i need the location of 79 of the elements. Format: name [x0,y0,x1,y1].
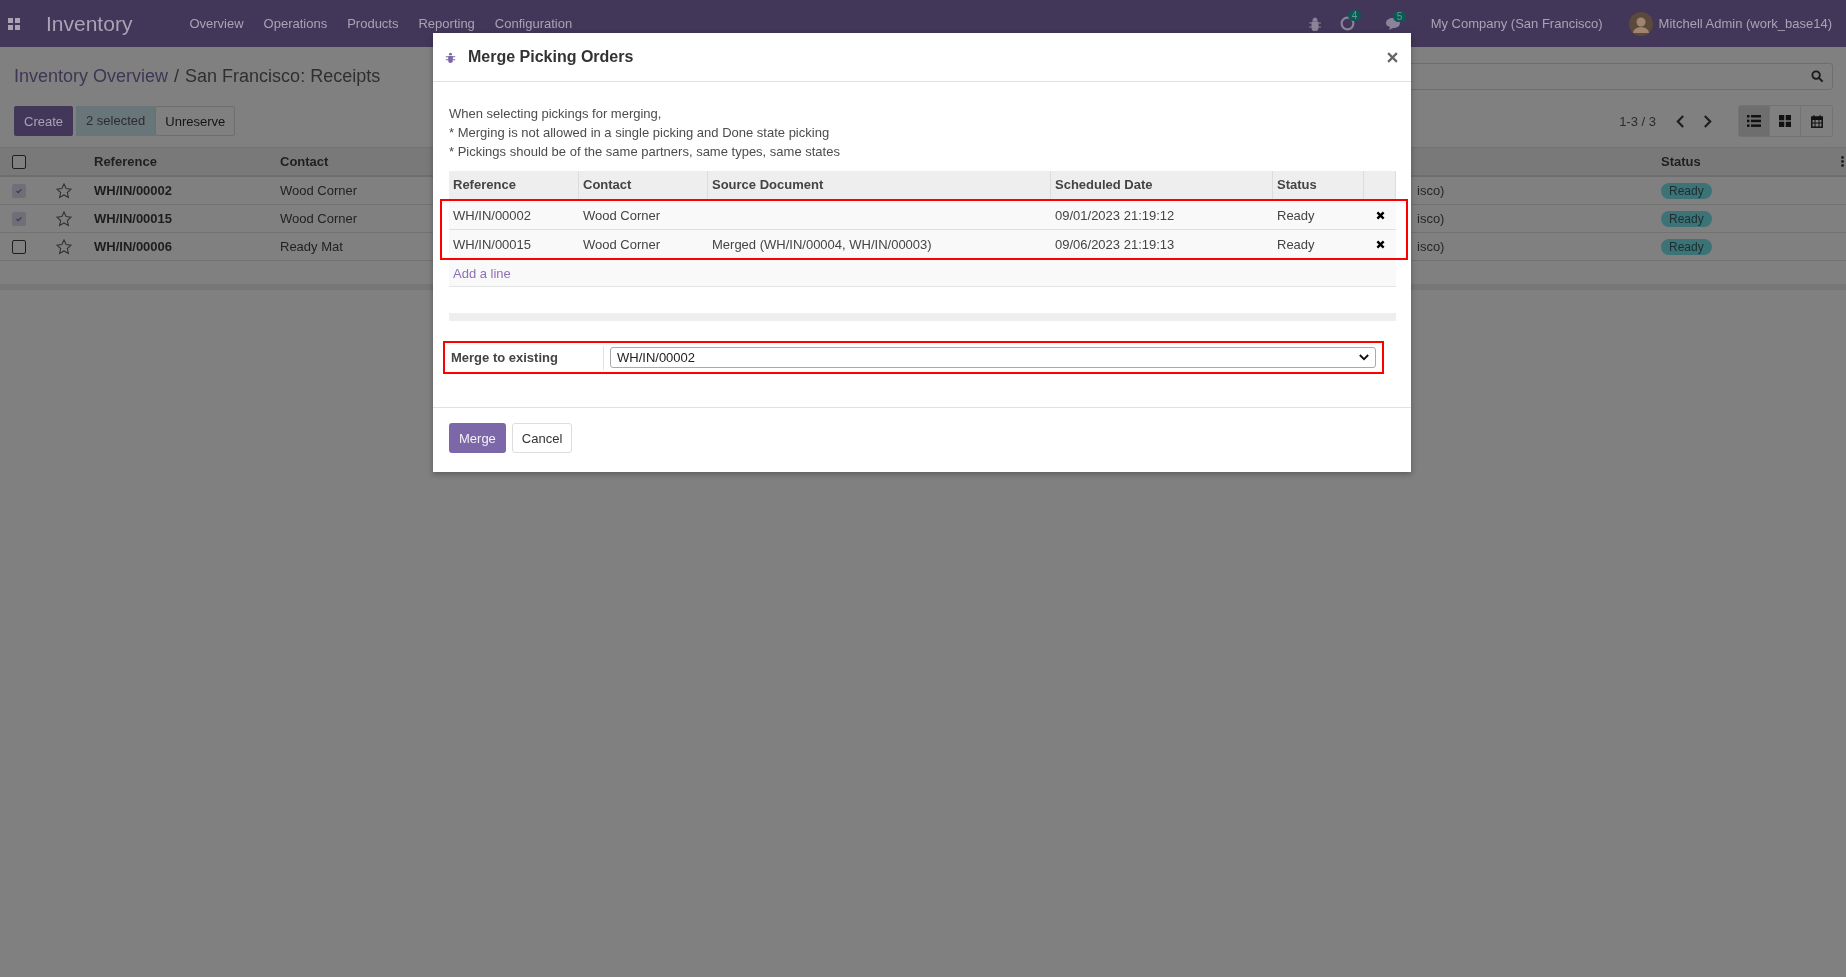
breadcrumb-link[interactable]: Inventory Overview [14,65,169,87]
table-cell-text: isco) [1416,183,1446,198]
previous-page-icon[interactable] [1676,114,1685,128]
star-icon[interactable] [56,238,72,255]
row-checkbox[interactable] [12,183,26,198]
menu-item[interactable]: Operations [263,16,328,31]
unreserve-button[interactable]: Unreserve [155,106,236,136]
close-icon[interactable] [1387,51,1398,63]
status-badge: Ready [1661,239,1712,255]
list-icon [1747,115,1761,127]
table-cell-text: isco) [1416,239,1446,254]
add-line-link[interactable]: Add a line [453,265,511,281]
list-view-button[interactable] [1739,106,1770,136]
column-header[interactable]: Reference [90,154,278,169]
table-cell-text: Wood Corner [582,207,662,223]
check-icon [15,186,23,195]
bug-icon [445,51,456,63]
instruction-text: * Pickings should be of the same partners, same types, same states [449,144,841,159]
breadcrumb-separator: / [174,65,180,87]
activity-count: 4 [1347,10,1362,21]
status-badge: Ready [1661,211,1712,227]
app-name[interactable]: Inventory [46,11,133,36]
search-icon[interactable] [1811,69,1824,83]
create-button[interactable]: Create [14,106,74,136]
column-header: Scheduled Date [1051,171,1273,199]
instruction-text: * Merging is not allowed in a single picking and Done state picking [449,125,831,140]
breadcrumb-item: San Francisco: Receipts [185,65,381,87]
row-checkbox[interactable] [12,211,26,226]
apps-menu-icon[interactable] [8,17,20,30]
row-checkbox[interactable] [12,239,26,254]
table-cell-text: Ready [1276,236,1316,252]
instruction-text: When selecting pickings for merging, [449,106,663,121]
caret-icon [1359,354,1369,361]
user-menu[interactable]: Mitchell Admin (work_base14) [1658,16,1832,31]
cancel-button[interactable]: Cancel [511,423,573,453]
table-cell-text: WH/IN/00002 [452,207,533,223]
table-cell-text: Wood Corner [582,236,662,252]
column-header: Contact [579,171,708,199]
table-cell-text: 09/06/2023 21:19:13 [1054,236,1176,252]
kebab-menu-icon[interactable] [1841,156,1844,167]
table-cell-text: WH/IN/00015 [93,211,174,226]
table-cell-text: WH/IN/00002 [93,183,174,198]
pager-text: 1-3 / 3 [1619,113,1656,129]
table-cell-text: 09/01/2023 21:19:12 [1054,207,1176,223]
field-label: Merge to existing [451,345,604,370]
next-page-icon[interactable] [1703,114,1712,128]
column-header: Status [1273,171,1364,199]
selection-count: 2 selected [76,106,156,136]
calendar-icon [1810,114,1823,128]
column-header[interactable]: Status [1657,154,1795,169]
delete-icon[interactable] [1375,210,1385,220]
table-cell: Wood Corner [280,183,358,198]
menu-item[interactable]: Products [347,16,399,31]
table-cell: Ready Mat [280,239,343,254]
table-cell-text: WH/IN/00015 [452,236,533,252]
menu-item[interactable]: Reporting [418,16,475,31]
column-header: Source Document [708,171,1051,199]
merge-button[interactable]: Merge [449,423,506,453]
table-cell-text: WH/IN/00006 [93,239,174,254]
dialog-title: Merge Picking Orders [468,48,634,66]
column-header: Reference [449,171,579,199]
merge-target-select[interactable]: WH/IN/00002 [610,347,1376,368]
table-cell-text: Ready [1276,207,1316,223]
table-cell-text: isco) [1416,211,1446,226]
star-icon[interactable] [56,182,72,199]
avatar-icon[interactable] [1628,11,1653,36]
menu-item[interactable]: Overview [189,16,244,31]
table-cell: Wood Corner [280,211,358,226]
message-count: 5 [1392,10,1407,22]
bug-icon[interactable] [1307,16,1322,31]
select-all-checkbox[interactable] [12,154,26,169]
star-icon[interactable] [56,210,72,227]
table-cell-text: Merged (WH/IN/00004, WH/IN/00003) [711,236,933,252]
menu-item[interactable]: Configuration [494,16,573,31]
delete-icon[interactable] [1375,239,1385,249]
company-switcher[interactable]: My Company (San Francisco) [1430,16,1603,31]
status-badge: Ready [1661,183,1712,199]
grid-icon [1779,115,1791,127]
check-icon [15,214,23,223]
